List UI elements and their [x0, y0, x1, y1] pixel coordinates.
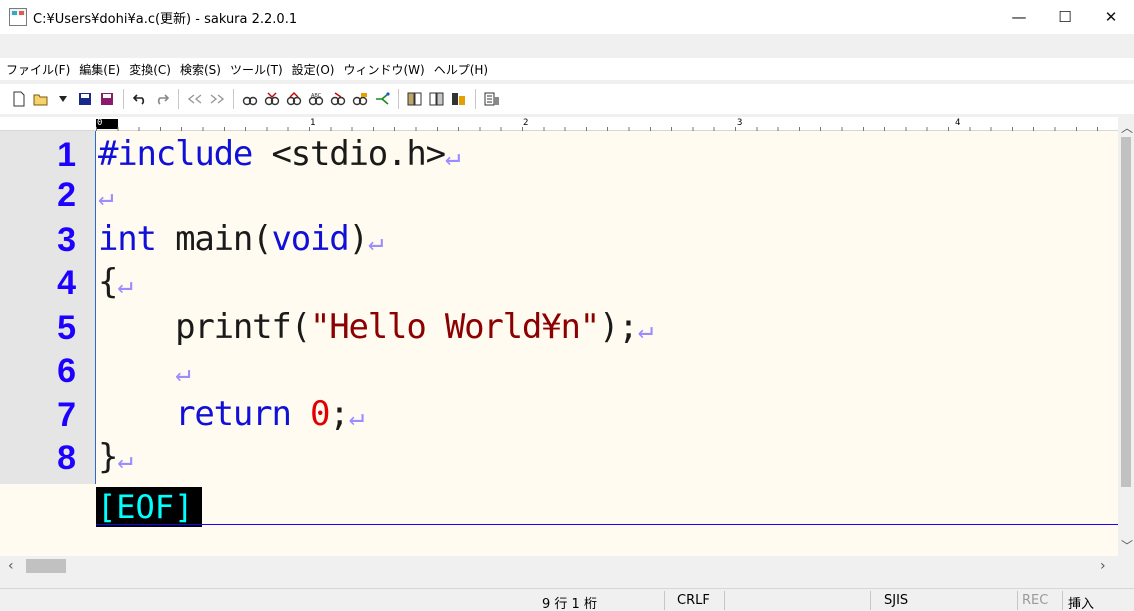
ruler: 0 1 2 3 4 [0, 117, 1118, 131]
dropdown-icon[interactable] [52, 88, 74, 110]
scroll-left-icon[interactable]: ‹ [8, 558, 14, 574]
code-text: int main(void)↵ [98, 218, 384, 259]
status-separator [870, 591, 871, 610]
code-text: printf("Hello World¥n");↵ [98, 306, 653, 347]
encoding[interactable]: SJIS [884, 593, 908, 608]
maximize-button[interactable]: ☐ [1042, 0, 1088, 34]
filter-icon[interactable] [349, 88, 371, 110]
menu-bar: ファイル(F) 編集(E) 変換(C) 検索(S) ツール(T) 設定(O) ウ… [0, 58, 1134, 80]
line-number: 2 [57, 176, 76, 214]
cursor-position: 9 行 1 桁 [542, 597, 597, 611]
svg-text:ABC: ABC [311, 93, 322, 99]
scroll-right-icon[interactable]: › [1100, 558, 1106, 574]
line-number: 5 [57, 309, 76, 347]
window-title: C:¥Users¥dohi¥a.c(更新) - sakura 2.2.0.1 [33, 11, 298, 27]
bookmark-icon[interactable] [371, 88, 393, 110]
menu-help[interactable]: ヘルプ(H) [434, 61, 488, 78]
app-icon[interactable] [9, 8, 27, 26]
code-text: ↵ [98, 181, 114, 212]
menu-settings[interactable]: 設定(O) [292, 61, 335, 78]
save-as-icon[interactable] [96, 88, 118, 110]
grep-icon[interactable] [327, 88, 349, 110]
save-icon[interactable] [74, 88, 96, 110]
eof-underline [96, 524, 1118, 525]
vertical-scroll-thumb[interactable] [1121, 137, 1131, 487]
undo-icon[interactable] [129, 88, 151, 110]
rec-indicator: REC [1022, 593, 1049, 608]
redo-icon[interactable] [151, 88, 173, 110]
code-text: #include <stdio.h>↵ [98, 133, 461, 174]
status-separator [664, 591, 665, 610]
menu-file[interactable]: ファイル(F) [6, 61, 70, 78]
line-number: 3 [57, 221, 76, 259]
toolbar-separator [233, 89, 234, 109]
insert-mode[interactable]: 挿入 [1068, 593, 1094, 611]
window-controls: — ☐ ✕ [996, 0, 1134, 34]
status-separator [724, 591, 725, 610]
line-number: 4 [57, 264, 76, 302]
code-text: return 0;↵ [175, 393, 364, 434]
scroll-up-icon[interactable]: ︿ [1121, 119, 1133, 136]
settings-icon[interactable] [481, 88, 503, 110]
tag-icon[interactable] [448, 88, 470, 110]
line-number: 1 [57, 136, 76, 174]
jump-forward-icon[interactable] [206, 88, 228, 110]
jump-back-icon[interactable] [184, 88, 206, 110]
gutter-divider [95, 131, 96, 484]
outline-icon[interactable] [404, 88, 426, 110]
horizontal-scrollbar[interactable]: ‹ › [0, 556, 1118, 576]
editor-area[interactable]: 0 1 2 3 4 1 #include <stdio.h>↵ 2 ↵ 3 in… [0, 117, 1118, 556]
replace-icon[interactable]: ABC [305, 88, 327, 110]
menu-convert[interactable]: 変換(C) [129, 61, 171, 78]
menu-window[interactable]: ウィンドウ(W) [343, 61, 424, 78]
line-number: 6 [57, 352, 76, 390]
search-prev-icon[interactable] [283, 88, 305, 110]
toolbar: ABC [0, 84, 1134, 114]
vertical-scrollbar[interactable]: ︿ ﹀ [1118, 117, 1134, 556]
scroll-down-icon[interactable]: ﹀ [1121, 537, 1133, 554]
line-number: 7 [57, 396, 76, 434]
search-icon[interactable] [239, 88, 261, 110]
eof-marker: [EOF] [96, 487, 202, 527]
toolbar-separator [475, 89, 476, 109]
code-text: }↵ [98, 436, 133, 477]
menu-tools[interactable]: ツール(T) [230, 61, 283, 78]
menu-edit[interactable]: 編集(E) [79, 61, 120, 78]
menu-search[interactable]: 検索(S) [180, 61, 221, 78]
code-text: ↵ [175, 357, 191, 388]
open-icon[interactable] [30, 88, 52, 110]
code-text: {↵ [98, 261, 133, 302]
new-icon[interactable] [8, 88, 30, 110]
close-button[interactable]: ✕ [1088, 0, 1134, 34]
toolbar-separator [123, 89, 124, 109]
toolbar-separator [178, 89, 179, 109]
minimize-button[interactable]: — [996, 0, 1042, 34]
status-bar: 9 行 1 桁 CRLF SJIS REC 挿入 [0, 588, 1134, 611]
line-number: 8 [57, 439, 76, 477]
status-separator [1017, 591, 1018, 610]
compare-icon[interactable] [426, 88, 448, 110]
search-next-icon[interactable] [261, 88, 283, 110]
title-bar: C:¥Users¥dohi¥a.c(更新) - sakura 2.2.0.1 —… [0, 0, 1134, 34]
horizontal-scroll-thumb[interactable] [26, 559, 66, 573]
ruler-ticks [96, 127, 1118, 131]
toolbar-separator [398, 89, 399, 109]
line-ending[interactable]: CRLF [677, 593, 710, 608]
status-separator [1062, 591, 1063, 610]
